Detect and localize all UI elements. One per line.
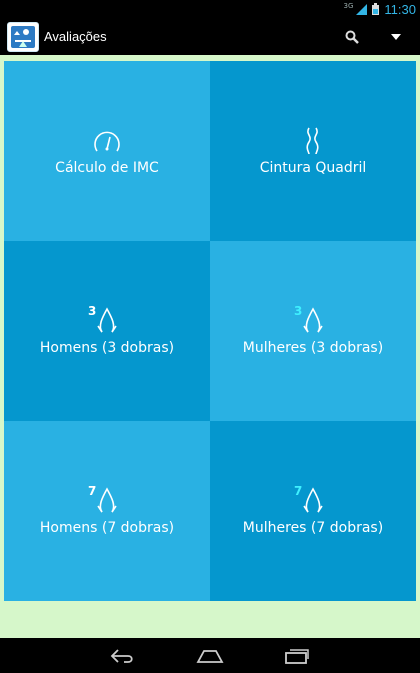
overflow-menu-button[interactable] [378, 18, 414, 55]
skinfold-icon: 3 [88, 304, 120, 336]
navigation-bar [0, 638, 420, 673]
tile-calculo-imc[interactable]: Cálculo de IMC [4, 61, 210, 241]
signal-icon [356, 3, 368, 15]
tile-homens-7-dobras[interactable]: 7 Homens (7 dobras) [4, 421, 210, 601]
tile-grid: Cálculo de IMC Cintura Quadril 3 Homens … [4, 61, 416, 601]
dropdown-icon [391, 33, 401, 40]
tile-digit: 3 [294, 304, 303, 318]
battery-icon [372, 3, 380, 15]
waves-icon [303, 126, 323, 156]
tile-homens-3-dobras[interactable]: 3 Homens (3 dobras) [4, 241, 210, 421]
page-title: Avaliações [44, 29, 107, 44]
tile-label: Mulheres (7 dobras) [242, 520, 384, 536]
gauge-icon [92, 126, 122, 156]
action-bar: Avaliações [0, 18, 420, 55]
app-logo-icon[interactable] [7, 22, 39, 52]
tile-label: Homens (7 dobras) [39, 520, 175, 536]
tile-label: Mulheres (3 dobras) [242, 340, 384, 356]
skinfold-icon: 3 [294, 304, 326, 336]
status-time: 11:30 [384, 1, 416, 17]
tile-digit: 7 [294, 484, 303, 498]
back-icon[interactable] [110, 648, 136, 664]
skinfold-icon: 7 [88, 484, 120, 516]
status-bar: 3G 11:30 [0, 0, 420, 18]
tile-digit: 7 [88, 484, 97, 498]
search-icon [345, 30, 359, 44]
recent-apps-icon[interactable] [284, 648, 310, 664]
tile-cintura-quadril[interactable]: Cintura Quadril [210, 61, 416, 241]
home-icon[interactable] [196, 649, 224, 663]
tile-mulheres-3-dobras[interactable]: 3 Mulheres (3 dobras) [210, 241, 416, 421]
tile-digit: 3 [88, 304, 97, 318]
content-area: Cálculo de IMC Cintura Quadril 3 Homens … [0, 55, 420, 638]
tile-label: Cálculo de IMC [55, 160, 159, 176]
skinfold-icon: 7 [294, 484, 326, 516]
search-button[interactable] [334, 18, 370, 55]
network-type: 3G [343, 2, 354, 10]
tile-label: Cintura Quadril [259, 160, 367, 176]
tile-label: Homens (3 dobras) [39, 340, 175, 356]
tile-mulheres-7-dobras[interactable]: 7 Mulheres (7 dobras) [210, 421, 416, 601]
